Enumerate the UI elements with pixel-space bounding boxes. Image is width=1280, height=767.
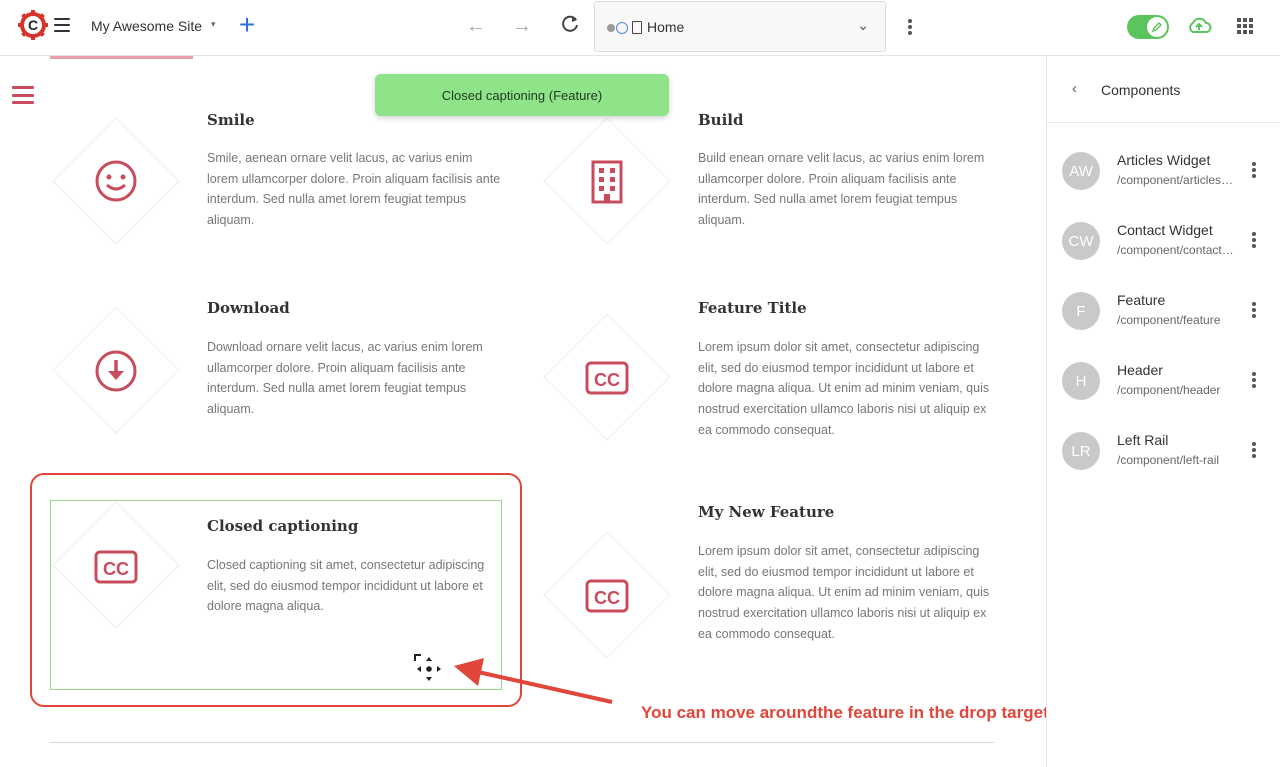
edit-mode-toggle[interactable] bbox=[1127, 15, 1169, 39]
component-path: /component/articles-widget bbox=[1117, 173, 1237, 187]
component-path: /component/left-rail bbox=[1117, 453, 1220, 467]
closed-captioning-icon: CC bbox=[584, 355, 630, 401]
component-item-contact-widget[interactable]: CW Contact Widget /component/contact-wid… bbox=[1047, 212, 1280, 272]
avatar: H bbox=[1062, 362, 1100, 400]
feature-description: Download ornare velit lacus, ac varius e… bbox=[207, 340, 483, 417]
chevron-down-icon[interactable]: ⌄ bbox=[857, 17, 869, 34]
page-icon bbox=[632, 21, 642, 34]
crafter-logo-icon[interactable]: C bbox=[18, 10, 48, 40]
feature-description: Lorem ipsum dolor sit amet, consectetur … bbox=[698, 340, 990, 437]
feature-title: Smile bbox=[207, 111, 255, 129]
component-name: Header bbox=[1117, 362, 1163, 378]
smile-icon bbox=[93, 158, 139, 204]
building-icon bbox=[584, 158, 630, 204]
more-options-icon[interactable] bbox=[1252, 162, 1256, 178]
info-icon bbox=[616, 22, 628, 34]
svg-text:C: C bbox=[28, 17, 38, 33]
avatar: CW bbox=[1062, 222, 1100, 260]
chevron-left-icon[interactable]: ‹ bbox=[1072, 80, 1077, 97]
annotation-arrow-icon bbox=[454, 658, 613, 704]
avatar: F bbox=[1062, 292, 1100, 330]
feature-title: My New Feature bbox=[698, 503, 835, 521]
address-bar[interactable]: Home ⌄ bbox=[594, 1, 886, 52]
panel-title: Components bbox=[1101, 82, 1181, 98]
back-arrow-icon[interactable]: ← bbox=[466, 15, 486, 38]
add-button[interactable]: + bbox=[235, 11, 259, 40]
component-name: Articles Widget bbox=[1117, 152, 1211, 168]
component-name: Feature bbox=[1117, 292, 1166, 308]
forward-arrow-icon[interactable]: → bbox=[512, 15, 532, 38]
component-path: /component/contact-widget bbox=[1117, 243, 1237, 257]
component-item-left-rail[interactable]: LR Left Rail /component/left-rail bbox=[1047, 422, 1280, 482]
cloud-upload-icon[interactable] bbox=[1186, 14, 1212, 38]
status-dot-icon bbox=[607, 24, 615, 32]
more-options-icon[interactable] bbox=[1252, 232, 1256, 248]
tab-indicator bbox=[50, 56, 193, 59]
apps-grid-icon[interactable] bbox=[1237, 18, 1253, 34]
download-icon bbox=[93, 348, 139, 394]
component-item-articles-widget[interactable]: AW Articles Widget /component/articles-w… bbox=[1047, 142, 1280, 202]
avatar: LR bbox=[1062, 432, 1100, 470]
component-item-header[interactable]: H Header /component/header bbox=[1047, 352, 1280, 412]
feature-description: Build enean ornare velit lacus, ac variu… bbox=[698, 151, 985, 228]
site-selector[interactable]: My Awesome Site bbox=[91, 18, 202, 34]
more-options-icon[interactable] bbox=[1252, 372, 1256, 388]
annotation-text: You can move aroundthe feature in the dr… bbox=[641, 703, 1089, 722]
feature-description: Lorem ipsum dolor sit amet, consectetur … bbox=[698, 544, 990, 641]
pencil-icon bbox=[1147, 17, 1167, 37]
closed-captioning-icon: CC bbox=[584, 573, 630, 619]
feature-title: Feature Title bbox=[698, 299, 807, 317]
feature-description: Smile, aenean ornare velit lacus, ac var… bbox=[207, 151, 501, 228]
component-item-feature[interactable]: F Feature /component/feature bbox=[1047, 282, 1280, 342]
svg-text:CC: CC bbox=[594, 588, 620, 608]
feature-title: Download bbox=[207, 299, 290, 317]
section-divider bbox=[50, 742, 994, 743]
component-path: /component/feature bbox=[1117, 313, 1221, 327]
more-options-icon[interactable] bbox=[908, 19, 912, 35]
feature-title: Build bbox=[698, 111, 744, 129]
component-name: Contact Widget bbox=[1117, 222, 1213, 238]
address-text: Home bbox=[647, 19, 685, 35]
top-toolbar: C My Awesome Site ▾ + ← → Home ⌄ bbox=[0, 0, 1280, 56]
more-options-icon[interactable] bbox=[1252, 302, 1256, 318]
avatar: AW bbox=[1062, 152, 1100, 190]
components-panel: ‹ Components AW Articles Widget /compone… bbox=[1046, 56, 1280, 767]
component-name: Left Rail bbox=[1117, 432, 1169, 448]
left-rail-menu-icon[interactable] bbox=[12, 86, 34, 104]
selection-toast: Closed captioning (Feature) bbox=[375, 74, 669, 116]
component-path: /component/header bbox=[1117, 383, 1221, 397]
svg-text:CC: CC bbox=[594, 370, 620, 390]
site-caret-icon[interactable]: ▾ bbox=[211, 19, 216, 30]
main-menu-icon[interactable] bbox=[54, 18, 70, 32]
more-options-icon[interactable] bbox=[1252, 442, 1256, 458]
panel-header: ‹ Components bbox=[1047, 56, 1280, 123]
reload-icon[interactable] bbox=[559, 13, 581, 35]
